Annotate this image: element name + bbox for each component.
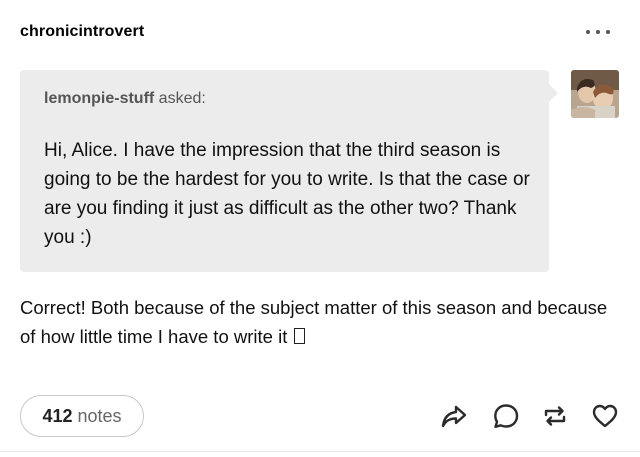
ellipsis-icon[interactable] — [586, 22, 610, 42]
answer-text: Correct! Both because of the subject mat… — [20, 293, 620, 351]
asker-username[interactable]: lemonpie-stuff — [44, 90, 154, 107]
dot — [586, 30, 590, 34]
tumblr-post: chronicintrovert lemonpie-stuff asked: H… — [0, 0, 640, 457]
like-icon[interactable] — [591, 402, 619, 430]
reblog-icon[interactable] — [541, 402, 569, 430]
asked-label: asked: — [158, 90, 206, 107]
avatar-image — [571, 70, 619, 118]
asker-line: lemonpie-stuff asked: — [44, 90, 206, 108]
share-icon[interactable] — [440, 402, 468, 430]
dot — [606, 30, 610, 34]
reply-icon[interactable] — [492, 402, 520, 430]
ask-question-text: Hi, Alice. I have the impression that th… — [44, 140, 530, 248]
post-divider — [0, 451, 640, 452]
post-actions — [0, 402, 640, 432]
ask-bubble: lemonpie-stuff asked: Hi, Alice. I have … — [20, 70, 558, 272]
answerer-avatar[interactable] — [571, 70, 619, 118]
missing-glyph-box — [294, 328, 306, 344]
answer-body: Correct! Both because of the subject mat… — [20, 297, 608, 347]
post-author-username[interactable]: chronicintrovert — [20, 23, 144, 41]
dot — [596, 30, 600, 34]
